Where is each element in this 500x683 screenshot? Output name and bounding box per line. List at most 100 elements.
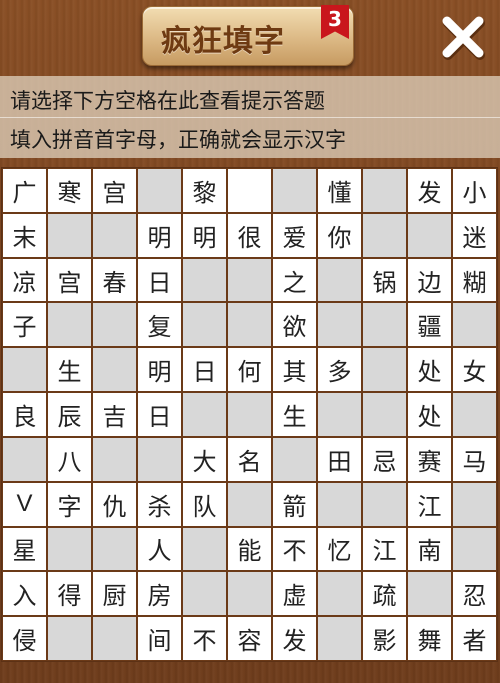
answer-cell[interactable]: 你 xyxy=(317,212,362,258)
blocked-cell xyxy=(317,302,362,348)
blocked-cell xyxy=(362,302,407,348)
answer-cell[interactable]: 生 xyxy=(272,392,317,437)
answer-cell[interactable]: 爱 xyxy=(272,212,317,258)
answer-cell[interactable]: 容 xyxy=(227,616,272,661)
answer-cell[interactable]: 吉 xyxy=(92,392,137,437)
blocked-cell xyxy=(452,392,497,437)
answer-cell[interactable]: 生 xyxy=(47,347,92,393)
answer-cell[interactable]: 者 xyxy=(452,616,497,661)
empty-answer-cell[interactable] xyxy=(227,168,272,213)
answer-cell[interactable]: 杀 xyxy=(137,481,182,527)
answer-cell[interactable]: 发 xyxy=(407,168,452,213)
answer-cell[interactable]: 得 xyxy=(47,571,92,617)
answer-cell[interactable]: 明 xyxy=(137,212,182,258)
answer-cell[interactable]: 多 xyxy=(317,347,362,393)
answer-cell[interactable]: 江 xyxy=(362,526,407,572)
answer-cell[interactable]: 宫 xyxy=(47,257,92,303)
blocked-cell xyxy=(47,302,92,348)
close-button[interactable] xyxy=(440,14,486,60)
answer-cell[interactable]: V xyxy=(2,481,47,527)
answer-cell[interactable]: 江 xyxy=(407,481,452,527)
answer-cell[interactable]: 虚 xyxy=(272,571,317,617)
answer-cell[interactable]: 寒 xyxy=(47,168,92,213)
answer-cell[interactable]: 女 xyxy=(452,347,497,393)
blocked-cell xyxy=(317,257,362,303)
answer-cell[interactable]: 末 xyxy=(2,212,47,258)
blocked-cell xyxy=(452,302,497,348)
blocked-cell xyxy=(182,526,227,572)
level-badge: 3 xyxy=(321,5,349,39)
answer-cell[interactable]: 其 xyxy=(272,347,317,393)
hint-instruction-2: 填入拼音首字母，正确就会显示汉字 xyxy=(10,128,346,152)
answer-cell[interactable]: 字 xyxy=(47,481,92,527)
answer-cell[interactable]: 广 xyxy=(2,168,47,213)
answer-cell[interactable]: 赛 xyxy=(407,436,452,482)
answer-cell[interactable]: 影 xyxy=(362,616,407,661)
answer-cell[interactable]: 辰 xyxy=(47,392,92,437)
answer-cell[interactable]: 忍 xyxy=(452,571,497,617)
answer-cell[interactable]: 马 xyxy=(452,436,497,482)
answer-cell[interactable]: 很 xyxy=(227,212,272,258)
answer-cell[interactable]: 迷 xyxy=(452,212,497,258)
answer-cell[interactable]: 日 xyxy=(182,347,227,393)
blocked-cell xyxy=(47,616,92,661)
answer-cell[interactable]: 日 xyxy=(137,392,182,437)
answer-cell[interactable]: 春 xyxy=(92,257,137,303)
answer-cell[interactable]: 能 xyxy=(227,526,272,572)
answer-cell[interactable]: 忌 xyxy=(362,436,407,482)
title-plate: 疯狂填字 3 xyxy=(142,5,354,66)
blocked-cell xyxy=(362,392,407,437)
answer-cell[interactable]: 明 xyxy=(137,347,182,393)
answer-cell[interactable]: 人 xyxy=(137,526,182,572)
answer-cell[interactable]: 凉 xyxy=(2,257,47,303)
answer-cell[interactable]: 不 xyxy=(182,616,227,661)
answer-cell[interactable]: 入 xyxy=(2,571,47,617)
blocked-cell xyxy=(317,481,362,527)
answer-cell[interactable]: 队 xyxy=(182,481,227,527)
answer-cell[interactable]: 疏 xyxy=(362,571,407,617)
game-header: 疯狂填字 3 xyxy=(0,0,500,76)
answer-cell[interactable]: 日 xyxy=(137,257,182,303)
answer-cell[interactable]: 八 xyxy=(47,436,92,482)
answer-cell[interactable]: 仇 xyxy=(92,481,137,527)
answer-cell[interactable]: 何 xyxy=(227,347,272,393)
answer-cell[interactable]: 田 xyxy=(317,436,362,482)
blocked-cell xyxy=(452,526,497,572)
answer-cell[interactable]: 良 xyxy=(2,392,47,437)
answer-cell[interactable]: 星 xyxy=(2,526,47,572)
answer-cell[interactable]: 处 xyxy=(407,392,452,437)
answer-cell[interactable]: 黎 xyxy=(182,168,227,213)
answer-cell[interactable]: 大 xyxy=(182,436,227,482)
answer-cell[interactable]: 懂 xyxy=(317,168,362,213)
answer-cell[interactable]: 南 xyxy=(407,526,452,572)
answer-cell[interactable]: 箭 xyxy=(272,481,317,527)
answer-cell[interactable]: 不 xyxy=(272,526,317,572)
blocked-cell xyxy=(227,302,272,348)
answer-cell[interactable]: 处 xyxy=(407,347,452,393)
answer-cell[interactable]: 糊 xyxy=(452,257,497,303)
answer-cell[interactable]: 宫 xyxy=(92,168,137,213)
answer-cell[interactable]: 侵 xyxy=(2,616,47,661)
answer-cell[interactable]: 间 xyxy=(137,616,182,661)
blocked-cell xyxy=(137,168,182,213)
answer-cell[interactable]: 小 xyxy=(452,168,497,213)
answer-cell[interactable]: 明 xyxy=(182,212,227,258)
blocked-cell xyxy=(407,212,452,258)
answer-cell[interactable]: 锅 xyxy=(362,257,407,303)
answer-cell[interactable]: 厨 xyxy=(92,571,137,617)
answer-cell[interactable]: 发 xyxy=(272,616,317,661)
hint-divider xyxy=(0,117,500,118)
answer-cell[interactable]: 欲 xyxy=(272,302,317,348)
answer-cell[interactable]: 之 xyxy=(272,257,317,303)
answer-cell[interactable]: 疆 xyxy=(407,302,452,348)
answer-cell[interactable]: 复 xyxy=(137,302,182,348)
close-icon xyxy=(442,16,485,60)
answer-cell[interactable]: 名 xyxy=(227,436,272,482)
answer-cell[interactable]: 子 xyxy=(2,302,47,348)
answer-cell[interactable]: 边 xyxy=(407,257,452,303)
answer-cell[interactable]: 舞 xyxy=(407,616,452,661)
hint-panel: 请选择下方空格在此查看提示答题 填入拼音首字母，正确就会显示汉字 xyxy=(0,76,500,158)
answer-cell[interactable]: 忆 xyxy=(317,526,362,572)
answer-cell[interactable]: 房 xyxy=(137,571,182,617)
blocked-cell xyxy=(227,571,272,617)
